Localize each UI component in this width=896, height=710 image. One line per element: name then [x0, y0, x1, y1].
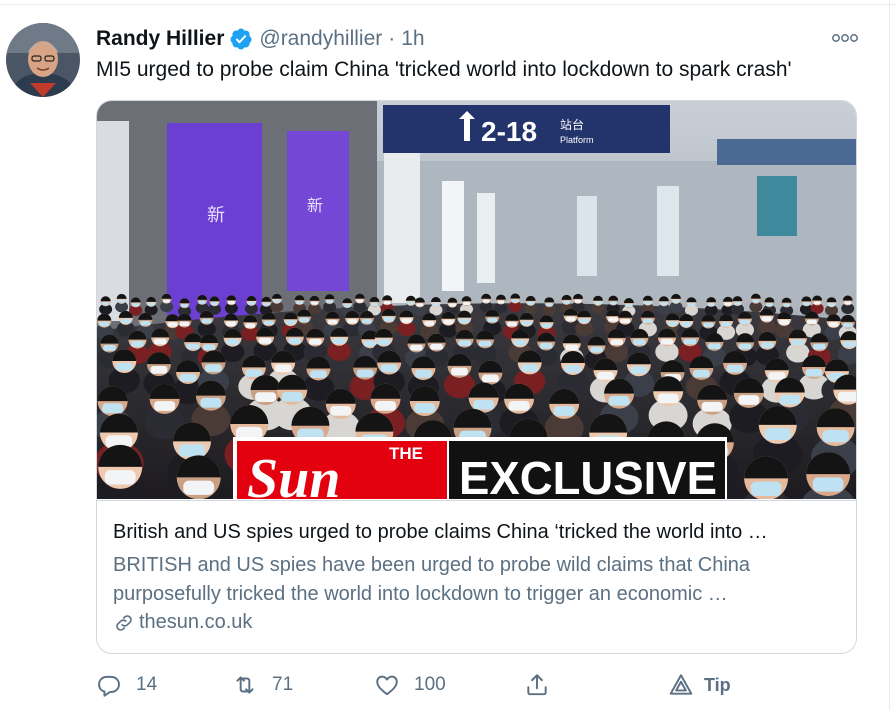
card-description-line: BRITISH and US spies have been urged to … [113, 554, 751, 576]
reply-count: 14 [136, 674, 158, 695]
sign-subtext: 站台 [560, 117, 584, 132]
avatar-image [6, 23, 80, 97]
card-body[interactable]: British and US spies urged to probe clai… [97, 500, 856, 653]
tip-label: Tip [704, 674, 731, 695]
tip-icon [669, 674, 693, 695]
like-count: 100 [414, 674, 446, 695]
avatar[interactable] [6, 23, 80, 97]
link-card[interactable]: 新 新 2-18 站台 Platform THE Sun EXCLUSIVE B… [96, 100, 857, 654]
like-icon [376, 675, 398, 696]
header-separator: · [388, 27, 396, 50]
top-divider [0, 0, 896, 5]
banner-brand-sun: Sun [247, 448, 340, 499]
card-title[interactable]: British and US spies urged to probe clai… [113, 521, 843, 544]
svg-text:新: 新 [207, 205, 225, 226]
banner-brand-the: THE [389, 444, 423, 463]
link-icon [113, 612, 135, 634]
sign-text: 2-18 [481, 116, 537, 147]
retweet-count: 71 [272, 674, 294, 695]
svg-text:新: 新 [307, 196, 323, 215]
banner-exclusive: EXCLUSIVE [459, 452, 717, 499]
like-button[interactable]: 100 [374, 670, 446, 700]
tweet-actions: 14 71 100 Tip [96, 670, 796, 700]
card-domain-link[interactable]: thesun.co.uk [113, 611, 252, 634]
share-icon [527, 674, 547, 696]
more-options-icon[interactable] [831, 29, 859, 47]
tip-button[interactable]: Tip [668, 670, 731, 700]
verified-badge-icon [229, 27, 253, 51]
author-handle[interactable]: @randyhillier [259, 27, 382, 51]
tweet-header: Randy Hillier @randyhillier · 1h [96, 26, 425, 52]
sign-subtext-en: Platform [560, 135, 594, 145]
card-image: 新 新 2-18 站台 Platform THE Sun EXCLUSIVE [97, 101, 856, 538]
tweet-text: MI5 urged to probe claim China 'tricked … [96, 58, 792, 81]
retweet-icon [236, 676, 254, 694]
card-domain[interactable]: thesun.co.uk [139, 611, 252, 634]
tweet-time[interactable]: 1h [401, 27, 424, 51]
reply-button[interactable]: 14 [96, 670, 157, 700]
timeline-border [889, 0, 890, 710]
share-button[interactable] [524, 670, 550, 700]
card-description-line: purposefully tricked the world into lock… [113, 583, 728, 605]
retweet-button[interactable]: 71 [232, 670, 293, 700]
card-description: BRITISH and US spies have been urged to … [113, 551, 843, 609]
author-name[interactable]: Randy Hillier [96, 27, 224, 51]
reply-icon [98, 675, 120, 697]
